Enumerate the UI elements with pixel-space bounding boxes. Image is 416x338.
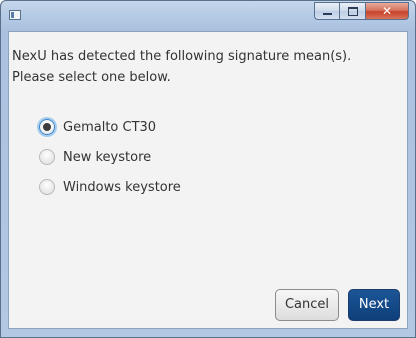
radio-new-keystore[interactable]	[39, 149, 55, 165]
app-window-icon	[9, 10, 21, 20]
radio-windows-keystore[interactable]	[39, 179, 55, 195]
option-label: New keystore	[63, 149, 152, 165]
cancel-button[interactable]: Cancel	[275, 289, 339, 321]
option-new-keystore[interactable]: New keystore	[39, 142, 181, 172]
option-label: Windows keystore	[63, 179, 181, 195]
dialog-content: NexU has detected the following signatur…	[8, 31, 408, 329]
instruction-message: NexU has detected the following signatur…	[12, 49, 352, 85]
radio-gemalto-ct30[interactable]	[39, 119, 55, 135]
maximize-icon	[348, 7, 358, 16]
close-button[interactable]: ✕	[366, 2, 409, 20]
window-caption-buttons: ✕	[314, 2, 409, 20]
dialog-window: ✕ NexU has detected the following signat…	[0, 0, 416, 338]
option-gemalto-ct30[interactable]: Gemalto CT30	[39, 112, 181, 142]
maximize-button[interactable]	[340, 2, 366, 20]
close-icon: ✕	[381, 4, 393, 18]
option-label: Gemalto CT30	[63, 119, 157, 135]
option-windows-keystore[interactable]: Windows keystore	[39, 172, 181, 202]
next-button[interactable]: Next	[348, 289, 400, 321]
title-bar[interactable]: ✕	[1, 1, 415, 31]
minimize-button[interactable]	[314, 2, 340, 20]
minimize-icon	[323, 13, 332, 15]
signature-options: Gemalto CT30 New keystore Windows keysto…	[39, 112, 181, 202]
